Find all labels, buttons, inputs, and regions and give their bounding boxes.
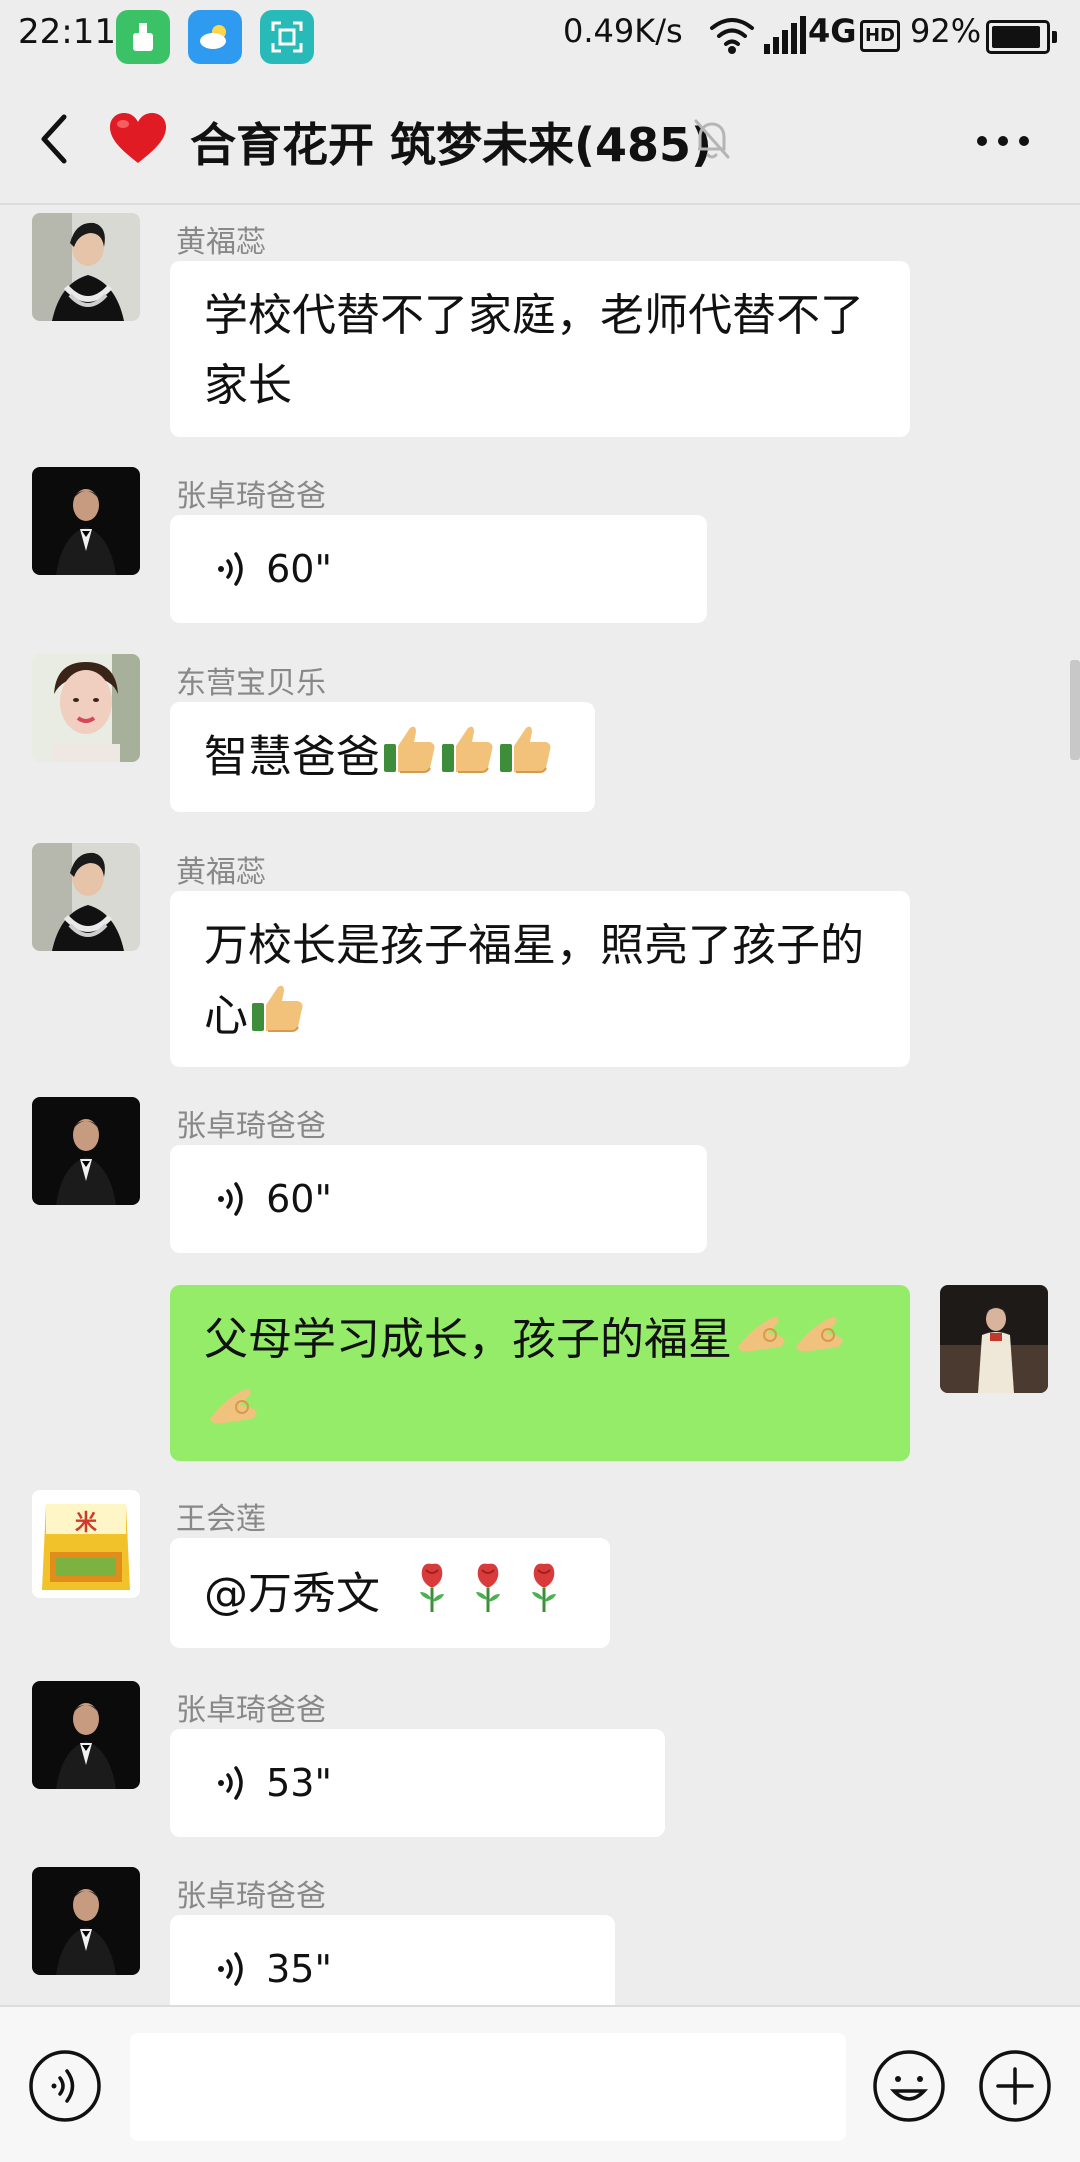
voice-wave-icon — [218, 551, 243, 586]
emoji-icon — [873, 2050, 945, 2122]
message-text-line: 家长 — [204, 360, 292, 411]
hd-badge: HD — [860, 20, 900, 52]
group-title: 合育花开 筑梦未来(485) — [190, 118, 713, 172]
voice-message-bubble[interactable]: 60" — [170, 1145, 707, 1253]
voice-wave-icon — [218, 1765, 243, 1800]
wifi-icon — [708, 16, 756, 58]
battery-icon — [986, 20, 1057, 54]
self-text-bubble[interactable]: 父母学习成长，孩子的福星 — [170, 1285, 910, 1461]
mute-bell-icon — [692, 117, 732, 165]
avatar[interactable] — [32, 1681, 140, 1789]
sender-name: 张卓琦爸爸 — [176, 1879, 326, 1914]
sender-name: 黄福蕊 — [176, 855, 266, 890]
back-button[interactable] — [30, 107, 80, 171]
text-bubble[interactable]: @万秀文 — [170, 1538, 610, 1648]
sender-name: 张卓琦爸爸 — [176, 479, 326, 514]
avatar[interactable] — [32, 213, 140, 321]
ok-hand-icon — [732, 1307, 790, 1378]
avatar[interactable] — [32, 654, 140, 762]
message-text-line: 智慧爸爸 — [204, 731, 380, 783]
voice-toggle-icon — [29, 2050, 101, 2122]
message-text-line: 万校长是孩子福星，照亮了孩子的 — [204, 920, 864, 971]
input-bar — [0, 2005, 1080, 2162]
voice-message-bubble[interactable]: 35" — [170, 1915, 615, 2005]
sender-name: 王会莲 — [176, 1502, 266, 1537]
voice-duration: 53" — [266, 1761, 332, 1805]
text-bubble[interactable]: 学校代替不了家庭，老师代替不了 家长 — [170, 261, 910, 437]
message-text-line: 心 — [204, 990, 248, 1042]
voice-message-bubble[interactable]: 60" — [170, 515, 707, 623]
status-time: 22:11 — [18, 12, 116, 52]
message-list[interactable]: 黄福蕊 学校代替不了家庭，老师代替不了 家长 张卓琦爸爸 60" 东营宝贝乐 智… — [0, 205, 1080, 2005]
rose-icon — [404, 1558, 460, 1635]
voice-duration: 35" — [266, 1947, 332, 1991]
thumbs-up-icon — [496, 722, 554, 797]
voice-wave-icon — [218, 1181, 243, 1216]
network-speed: 0.49K/s — [563, 12, 683, 50]
svg-text:米: 米 — [75, 1511, 98, 1536]
scrollbar[interactable] — [1070, 660, 1080, 760]
more-button[interactable] — [972, 111, 1034, 171]
ok-hand-icon — [790, 1307, 848, 1378]
heart-icon — [108, 111, 168, 171]
sender-name: 张卓琦爸爸 — [176, 1109, 326, 1144]
voice-duration: 60" — [266, 1177, 332, 1221]
more-functions-button[interactable] — [978, 2049, 1052, 2127]
status-bar: 22:11 0.49K/s 4G HD 92% — [0, 0, 1080, 75]
plus-icon — [979, 2050, 1051, 2122]
avatar[interactable] — [32, 467, 140, 575]
thumbs-up-icon — [380, 722, 438, 797]
signal-icon — [764, 16, 808, 58]
message-text-line: 学校代替不了家庭，老师代替不了 — [204, 290, 864, 341]
voice-duration: 60" — [266, 547, 332, 591]
text-bubble[interactable]: 万校长是孩子福星，照亮了孩子的 心 — [170, 891, 910, 1067]
message-text-line: 父母学习成长，孩子的福星 — [204, 1314, 732, 1365]
thumbs-up-icon — [248, 981, 306, 1056]
message-input[interactable] — [130, 2033, 846, 2141]
sender-name: 黄福蕊 — [176, 225, 266, 260]
rose-icon — [460, 1558, 516, 1635]
message-text-line: @万秀文 — [204, 1568, 380, 1620]
text-bubble[interactable]: 智慧爸爸 — [170, 702, 595, 812]
ok-hand-icon — [204, 1379, 262, 1450]
emoji-button[interactable] — [872, 2049, 946, 2127]
thumbs-up-icon — [438, 722, 496, 797]
self-avatar[interactable] — [940, 1285, 1048, 1393]
scanner-app-icon — [260, 10, 314, 64]
voice-message-bubble[interactable]: 53" — [170, 1729, 665, 1837]
avatar[interactable] — [32, 1867, 140, 1975]
avatar[interactable] — [32, 843, 140, 951]
back-arrow-icon — [41, 114, 67, 164]
chat-header: 合育花开 筑梦未来(485) — [0, 75, 1080, 205]
voice-toggle-button[interactable] — [28, 2049, 102, 2127]
voice-wave-icon — [218, 1951, 243, 1986]
cleaner-app-icon — [116, 10, 170, 64]
rose-icon — [516, 1558, 572, 1635]
avatar[interactable]: 米 — [32, 1490, 140, 1598]
more-icon — [977, 136, 1029, 146]
weather-app-icon — [188, 10, 242, 64]
sender-name: 东营宝贝乐 — [176, 666, 326, 701]
sender-name: 张卓琦爸爸 — [176, 1693, 326, 1728]
network-type: 4G — [808, 12, 857, 50]
battery-percent: 92% — [910, 12, 982, 50]
avatar[interactable] — [32, 1097, 140, 1205]
